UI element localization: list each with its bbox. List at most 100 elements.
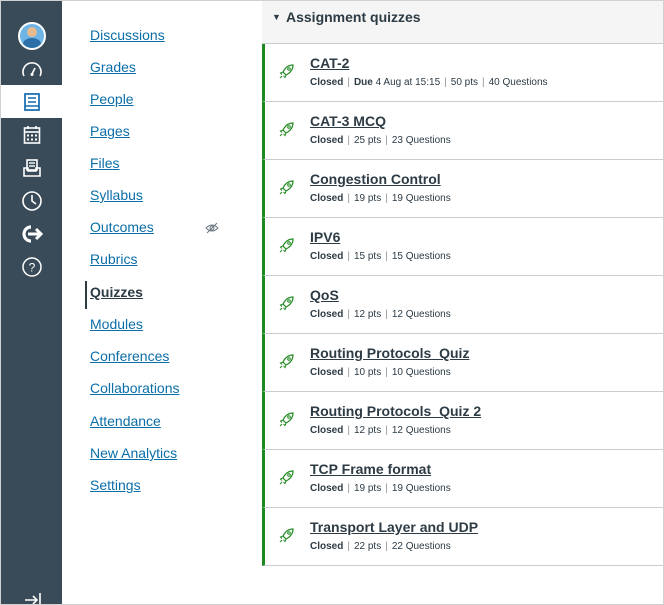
quiz-status: Closed (310, 483, 344, 494)
quiz-status: Closed (310, 77, 344, 88)
quiz-points: 25 pts (353, 135, 382, 146)
quiz-row[interactable]: Routing Protocols_Quiz Closed | 10 pts | 10 … (262, 334, 663, 392)
course-nav-conferences[interactable]: Conferences (90, 348, 169, 364)
quiz-question-count: 12 Questions (391, 309, 451, 320)
calendar-button[interactable] (1, 118, 62, 151)
inbox-icon (22, 158, 41, 177)
course-nav-modules[interactable]: Modules (90, 316, 143, 332)
course-nav-grades[interactable]: Grades (90, 59, 136, 75)
quiz-question-count: 15 Questions (391, 251, 451, 262)
quiz-meta: Closed | 22 pts | 22 Questions (310, 541, 451, 552)
quiz-question-count: 19 Questions (391, 483, 451, 494)
quiz-points: 12 pts (353, 309, 382, 320)
quiz-points: 12 pts (353, 425, 382, 436)
quiz-meta: Closed | Due 4 Aug at 15:15 | 50 pts | 40 Ques… (310, 77, 548, 88)
course-nav-pages[interactable]: Pages (90, 123, 130, 139)
quiz-meta: Closed | 25 pts | 23 Questions (310, 135, 451, 146)
quiz-row[interactable]: Transport Layer and UDP Closed | 22 pts | 22… (262, 508, 663, 566)
commons-button[interactable] (1, 217, 62, 250)
quiz-meta: Closed | 15 pts | 15 Questions (310, 251, 451, 262)
global-nav: ? (1, 1, 62, 604)
quiz-question-count: 22 Questions (391, 541, 451, 552)
quiz-row[interactable]: Congestion Control Closed | 19 pts | 19 Ques… (262, 160, 663, 218)
courses-icon (23, 92, 40, 111)
quiz-points: 22 pts (353, 541, 382, 552)
quiz-status: Closed (310, 135, 344, 146)
quiz-row[interactable]: CAT-2 Closed | Due 4 Aug at 15:15 | 50 pts | 4… (262, 44, 663, 102)
history-button[interactable] (1, 184, 62, 217)
quiz-title-link[interactable]: QoS (310, 287, 339, 303)
quiz-meta: Closed | 12 pts | 12 Questions (310, 309, 451, 320)
quiz-meta: Closed | 10 pts | 10 Questions (310, 367, 451, 378)
quiz-points: 15 pts (353, 251, 382, 262)
quiz-status: Closed (310, 425, 344, 436)
course-nav-discussions[interactable]: Discussions (90, 27, 165, 43)
quiz-row[interactable]: QoS Closed | 12 pts | 12 Questions (262, 276, 663, 334)
quiz-meta: Closed | 12 pts | 12 Questions (310, 425, 451, 436)
quiz-title-link[interactable]: Transport Layer and UDP (310, 519, 478, 535)
help-button[interactable]: ? (1, 250, 62, 283)
quiz-row[interactable]: IPV6 Closed | 15 pts | 15 Questions (262, 218, 663, 276)
quiz-points: 19 pts (353, 483, 382, 494)
quiz-question-count: 12 Questions (391, 425, 451, 436)
quiz-question-count: 23 Questions (391, 135, 451, 146)
course-nav-attendance[interactable]: Attendance (90, 413, 161, 429)
quiz-meta: Closed | 19 pts | 19 Questions (310, 193, 451, 204)
quiz-title-link[interactable]: Congestion Control (310, 171, 441, 187)
quiz-rocket-icon (279, 469, 295, 490)
courses-button[interactable] (1, 85, 62, 118)
course-nav-syllabus[interactable]: Syllabus (90, 187, 143, 203)
quiz-title-link[interactable]: TCP Frame format (310, 461, 431, 477)
quiz-question-count: 10 Questions (391, 367, 451, 378)
quiz-status: Closed (310, 309, 344, 320)
quiz-rocket-icon (279, 527, 295, 548)
quiz-meta: Closed | 19 pts | 19 Questions (310, 483, 451, 494)
account-avatar-button[interactable] (1, 19, 62, 52)
course-nav-rubrics[interactable]: Rubrics (90, 251, 137, 267)
quiz-title-link[interactable]: Routing Protocols_Quiz 2 (310, 403, 481, 419)
commons-icon (21, 224, 43, 243)
quiz-list: CAT-2 Closed | Due 4 Aug at 15:15 | 50 pts | 4… (262, 44, 663, 566)
hidden-eye-icon (205, 221, 219, 239)
course-nav: Discussions Grades People Pages Files Sy… (62, 1, 262, 604)
course-nav-people[interactable]: People (90, 91, 134, 107)
history-icon (21, 190, 42, 211)
quiz-rocket-icon (279, 63, 295, 84)
quiz-due-label: Due (353, 77, 373, 88)
collapse-nav-button[interactable] (23, 590, 43, 604)
quiz-title-link[interactable]: CAT-3 MCQ (310, 113, 386, 129)
quiz-rocket-icon (279, 179, 295, 200)
quiz-status: Closed (310, 541, 344, 552)
course-nav-quizzes[interactable]: Quizzes (90, 284, 143, 300)
calendar-icon (23, 125, 40, 144)
quiz-points: 50 pts (450, 77, 479, 88)
quiz-row[interactable]: TCP Frame format Closed | 19 pts | 19 Questi… (262, 450, 663, 508)
caret-down-icon: ▼ (272, 12, 281, 22)
course-nav-new-analytics[interactable]: New Analytics (90, 445, 177, 461)
quiz-row[interactable]: Routing Protocols_Quiz 2 Closed | 12 pts | 1… (262, 392, 663, 450)
quiz-row[interactable]: CAT-3 MCQ Closed | 25 pts | 23 Questions (262, 102, 663, 160)
quiz-question-count: 40 Questions (488, 77, 548, 88)
inbox-button[interactable] (1, 151, 62, 184)
course-nav-files[interactable]: Files (90, 155, 120, 171)
course-nav-settings[interactable]: Settings (90, 477, 141, 493)
quiz-group-header[interactable]: ▼ Assignment quizzes (262, 1, 663, 44)
quiz-title-link[interactable]: IPV6 (310, 229, 340, 245)
course-nav-outcomes[interactable]: Outcomes (90, 219, 154, 235)
quiz-rocket-icon (279, 353, 295, 374)
quiz-group-title: Assignment quizzes (286, 9, 421, 25)
active-indicator (85, 281, 87, 309)
quizzes-main: ▼ Assignment quizzes CAT-2 Closed | Due 4 … (262, 1, 663, 604)
quiz-due-date: 4 Aug at 15:15 (375, 77, 441, 88)
quiz-status: Closed (310, 367, 344, 378)
quiz-title-link[interactable]: CAT-2 (310, 55, 349, 71)
quiz-title-link[interactable]: Routing Protocols_Quiz (310, 345, 469, 361)
avatar-icon (17, 21, 46, 50)
course-nav-collaborations[interactable]: Collaborations (90, 380, 180, 396)
quiz-points: 10 pts (353, 367, 382, 378)
dashboard-button[interactable] (1, 53, 62, 86)
quiz-question-count: 19 Questions (391, 193, 451, 204)
quiz-rocket-icon (279, 295, 295, 316)
quiz-status: Closed (310, 193, 344, 204)
quiz-status: Closed (310, 251, 344, 262)
